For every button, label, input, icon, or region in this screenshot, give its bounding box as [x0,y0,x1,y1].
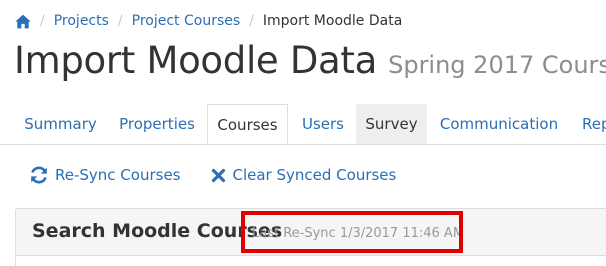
clear-synced-courses-label: Clear Synced Courses [232,166,397,184]
tab-survey[interactable]: Survey [356,104,427,144]
clear-synced-courses-button[interactable]: Clear Synced Courses [211,166,397,184]
tab-users[interactable]: Users [290,104,356,144]
breadcrumb-project-courses-link[interactable]: Project Courses [132,13,241,29]
action-bar: Re-Sync Courses Clear Synced Courses [30,164,396,186]
breadcrumb-current: Import Moodle Data [262,13,403,29]
tab-summary[interactable]: Summary [14,104,107,144]
breadcrumb-separator: / [40,13,45,29]
refresh-icon [31,166,47,184]
tab-communication[interactable]: Communication [428,104,570,144]
breadcrumb-separator: / [117,13,123,29]
resync-courses-button[interactable]: Re-Sync Courses [30,166,181,184]
tab-reports[interactable]: Rep [570,104,606,144]
page-header: Import Moodle Data Spring 2017 Course Ev… [14,39,606,82]
breadcrumb-projects-link[interactable]: Projects [54,13,109,29]
tab-courses[interactable]: Courses [207,104,288,144]
page-title: Import Moodle Data [14,39,377,82]
home-icon[interactable] [15,13,31,29]
page: / Projects / Project Courses / Import Mo… [0,0,606,266]
breadcrumb-separator: / [249,13,254,29]
close-icon [211,168,225,182]
resync-courses-label: Re-Sync Courses [55,166,181,184]
page-subtitle: Spring 2017 Course Eval [388,51,606,79]
tab-properties[interactable]: Properties [108,104,206,144]
highlight-annotation-box [241,211,463,253]
breadcrumb: / Projects / Project Courses / Import Mo… [15,10,402,32]
tab-bar: Summary Properties Courses Users Survey … [0,104,606,145]
